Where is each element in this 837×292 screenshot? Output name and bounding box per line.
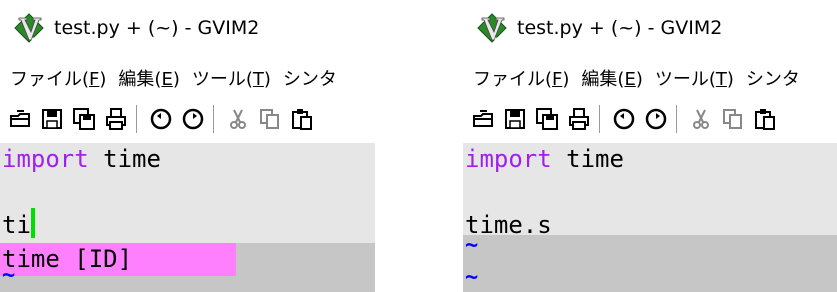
paste-icon[interactable] (751, 106, 778, 133)
open-icon[interactable] (6, 106, 33, 133)
open-icon[interactable] (469, 106, 496, 133)
gvim-app-icon: m (477, 13, 507, 44)
toolbar (0, 97, 375, 141)
title-bar[interactable]: m test.py + (~) - GVIM2 (463, 0, 837, 56)
menu-edit[interactable]: 編集(E) (575, 65, 648, 91)
menu-edit-accelerator: E (161, 69, 173, 90)
cut-icon[interactable] (687, 106, 714, 133)
menu-file-tail: ) (99, 69, 107, 90)
keyword-import: import (465, 145, 552, 173)
toolbar-separator (676, 105, 677, 133)
save-icon[interactable] (501, 106, 528, 133)
menu-edit[interactable]: 編集(E) (112, 65, 185, 91)
svg-text:m: m (494, 35, 502, 44)
toolbar-separator (599, 105, 600, 133)
tilde-marker: ~ (465, 233, 479, 258)
editor-line-1: import time (2, 143, 161, 176)
nontext-area (463, 235, 837, 292)
editor-line-3: ti (2, 208, 35, 242)
print-icon[interactable] (565, 106, 592, 133)
redo-icon[interactable] (642, 106, 669, 133)
editor-area[interactable]: import time time.s ~ ~ (463, 143, 837, 292)
menu-tools-label: ツール( (191, 69, 253, 90)
menu-bar: ファイル(F) 編集(E) ツール(T) シンタ (0, 60, 375, 96)
copy-icon[interactable] (256, 106, 283, 133)
undo-icon[interactable] (610, 106, 637, 133)
copy-icon[interactable] (719, 106, 746, 133)
toolbar-separator (213, 105, 214, 133)
tilde-marker: ~ (2, 263, 16, 288)
window-title: test.py + (~) - GVIM2 (517, 17, 723, 39)
menu-syntax-label: シンタ (745, 69, 800, 90)
keyword-import: import (2, 145, 89, 173)
completion-popup-item[interactable]: time [ID] (0, 243, 236, 276)
save-all-icon[interactable] (533, 106, 560, 133)
gvim-window-right: m test.py + (~) - GVIM2 ファイル(F) 編集(E) ツー… (463, 0, 837, 292)
menu-edit-accelerator: E (624, 69, 636, 90)
toolbar (463, 97, 837, 141)
menu-file[interactable]: ファイル(F) (0, 65, 112, 91)
text-cursor (30, 208, 35, 238)
paste-icon[interactable] (288, 106, 315, 133)
title-bar[interactable]: m test.py + (~) - GVIM2 (0, 0, 375, 56)
menu-file[interactable]: ファイル(F) (463, 65, 575, 91)
redo-icon[interactable] (179, 106, 206, 133)
save-all-icon[interactable] (70, 106, 97, 133)
screenshot-stage: m test.py + (~) - GVIM2 ファイル(F) 編集(E) ツー… (0, 0, 837, 292)
menu-tools-accelerator: T (252, 69, 264, 90)
menu-file-label: ファイル( (10, 69, 90, 90)
editor-area[interactable]: import time ti time [ID] ~ (0, 143, 375, 292)
line1-rest: time (88, 145, 161, 173)
toolbar-separator (136, 105, 137, 133)
menu-file-accelerator: F (89, 69, 100, 90)
menu-edit-label: 編集( (118, 69, 162, 90)
menu-tools-accelerator: T (715, 69, 727, 90)
menu-tools[interactable]: ツール(T) (186, 65, 277, 91)
menu-syntax[interactable]: シンタ (740, 65, 806, 91)
window-title: test.py + (~) - GVIM2 (54, 17, 260, 39)
menu-bar: ファイル(F) 編集(E) ツール(T) シンタ (463, 60, 837, 96)
menu-file-label: ファイル( (473, 69, 553, 90)
gvim-window-left: m test.py + (~) - GVIM2 ファイル(F) 編集(E) ツー… (0, 0, 375, 292)
tilde-marker: ~ (465, 265, 479, 290)
editor-line-1: import time (465, 143, 624, 176)
menu-tools-label: ツール( (654, 69, 716, 90)
menu-edit-tail: ) (172, 69, 180, 90)
print-icon[interactable] (102, 106, 129, 133)
menu-syntax-label: シンタ (282, 69, 337, 90)
undo-icon[interactable] (147, 106, 174, 133)
gvim-app-icon: m (14, 13, 44, 44)
menu-tools-tail: ) (726, 69, 734, 90)
menu-edit-label: 編集( (581, 69, 625, 90)
typed-text: ti (2, 211, 31, 239)
menu-syntax[interactable]: シンタ (277, 65, 343, 91)
menu-file-tail: ) (562, 69, 570, 90)
menu-tools-tail: ) (263, 69, 271, 90)
cut-icon[interactable] (224, 106, 251, 133)
menu-tools[interactable]: ツール(T) (649, 65, 740, 91)
line1-rest: time (551, 145, 624, 173)
menu-edit-tail: ) (635, 69, 643, 90)
svg-text:m: m (31, 35, 39, 44)
save-icon[interactable] (38, 106, 65, 133)
menu-file-accelerator: F (552, 69, 563, 90)
